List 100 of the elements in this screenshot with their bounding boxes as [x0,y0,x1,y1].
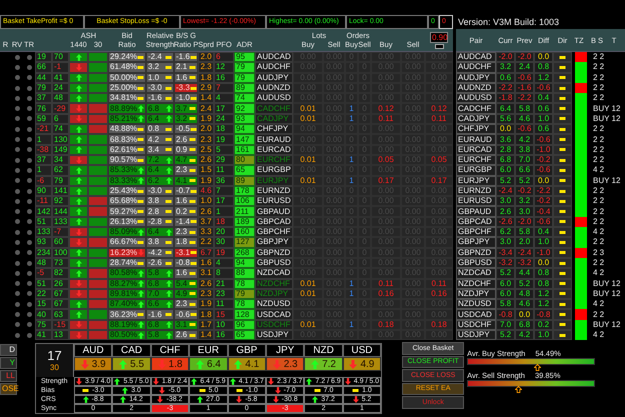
table-cell: AUDJPY [255,72,293,83]
table-cell: -0.4 [534,206,553,217]
table-cell: 6.8 [515,320,534,330]
table-cell: 5.2 [515,278,534,289]
threshold-field[interactable]: 0.90 [430,32,448,43]
table-cell: 93 [234,114,255,124]
score-value: 7.2 [322,358,336,370]
table-cell: 89 [234,176,255,186]
table-cell: 94 [234,124,255,134]
table-cell: 93 [35,237,52,248]
table-cell: 0.11 [371,114,401,124]
table-cell: 2.0 [198,52,214,62]
dot-icon [14,240,20,245]
dot-icon [14,96,20,101]
strength-value: 3.8 [148,197,160,206]
table-cell: 4.4 [515,268,534,279]
dot-icon [26,260,32,266]
currency-name: JPY [266,344,304,358]
table-cell: 44 [35,72,52,83]
table-cell: 24 [214,114,234,124]
table-cell: 11 [214,299,234,310]
table-cell: 6.2 [496,227,515,238]
table-cell: 51 [35,278,52,289]
table-cell: EURJPY [456,176,496,186]
ratio-value: 28.74% [110,259,138,268]
strength-value: 5.8 [148,269,160,278]
dot-icon [14,106,20,112]
table-cell: NZDCAD [255,268,293,279]
table-cell: 4.6 [515,114,534,124]
input-field[interactable] [434,44,444,49]
dot-icon [26,168,32,173]
side-button[interactable]: D [0,344,17,356]
dot-icon [14,64,20,70]
table-cell: -2.2 [515,93,534,104]
table-cell: 0.05 [425,154,453,166]
dot-icon [14,281,20,286]
table-cell: 1.4 [198,330,214,340]
table-cell: 0.12 [371,103,401,114]
score-value: 1.8 [168,358,182,370]
dot-icon [14,188,20,194]
table-cell: -1.0 [534,248,553,258]
table-cell: 0.01 [293,320,323,330]
table-cell: 65 [234,330,255,340]
table-cell: 66 [35,62,52,73]
table-cell: 2.2 [198,237,214,248]
currency-name: CAD [112,344,151,358]
currency-name: NZD [304,344,343,358]
dash-icon [137,240,144,244]
table-cell: -2.2 [496,82,515,94]
dot-icon [26,332,32,338]
dot-icon [26,75,32,80]
strength-value: 6.6 [148,300,160,308]
ratio-value: 3.7 [176,104,188,113]
ratio-value: 48.88% [110,125,138,134]
table-cell: 0.01 [293,278,323,289]
side-button[interactable]: LL [0,370,17,382]
ratio-value: 5.4 [176,280,188,288]
dot-icon [14,230,20,235]
ratio-value: 36.23% [110,310,138,319]
dot-icon [14,168,20,173]
table-cell: 100 [52,248,69,258]
dot-icon [14,86,20,91]
table-cell: -15 [52,320,69,330]
dot-icon [26,147,32,152]
ratio-value: 88.19% [110,320,138,329]
side-button[interactable]: Y [0,357,17,370]
table-cell: 79 [35,82,52,94]
table-cell: 2.0 [515,237,534,248]
table-cell: 1 [345,114,358,124]
dot-icon [26,281,32,286]
dot-icon [14,302,20,307]
table-cell: AUDCHF [255,62,293,73]
table-cell: 0.11 [371,278,401,289]
table-cell: 1 [345,320,358,330]
session-value: 17 [47,349,62,364]
ratio-value: 4.9 [176,290,188,298]
table-cell: 21 [214,278,234,289]
table-cell: 142 [35,206,52,217]
table-cell: -0.6 [515,72,534,83]
table-cell: -2.6 [496,216,515,228]
table-cell: 16 [214,330,234,340]
table-cell: 0.01 [293,114,323,124]
ratio-value: 2.1 [176,63,188,72]
ratio-value: -3.1 [176,248,190,257]
table-cell: 0.01 [293,154,323,166]
strength-value: 4.2 [148,136,160,144]
side-button[interactable]: OSE [0,383,17,396]
table-cell: 1.9 [198,114,214,124]
table-cell: CADJPY [456,114,496,124]
dot-icon [26,96,32,101]
dot-icon [14,178,20,184]
table-cell: 6.0 [496,278,515,289]
dot-icon [26,116,32,122]
table-cell: GBPUSD [255,258,293,268]
currency-name: EUR [189,344,228,358]
strength-value: -1.6 [148,94,162,102]
table-cell: EURCHF [255,154,293,166]
table-cell: USDCAD [255,309,293,320]
dot-icon [14,54,20,60]
score-value: 6.4 [206,358,221,370]
